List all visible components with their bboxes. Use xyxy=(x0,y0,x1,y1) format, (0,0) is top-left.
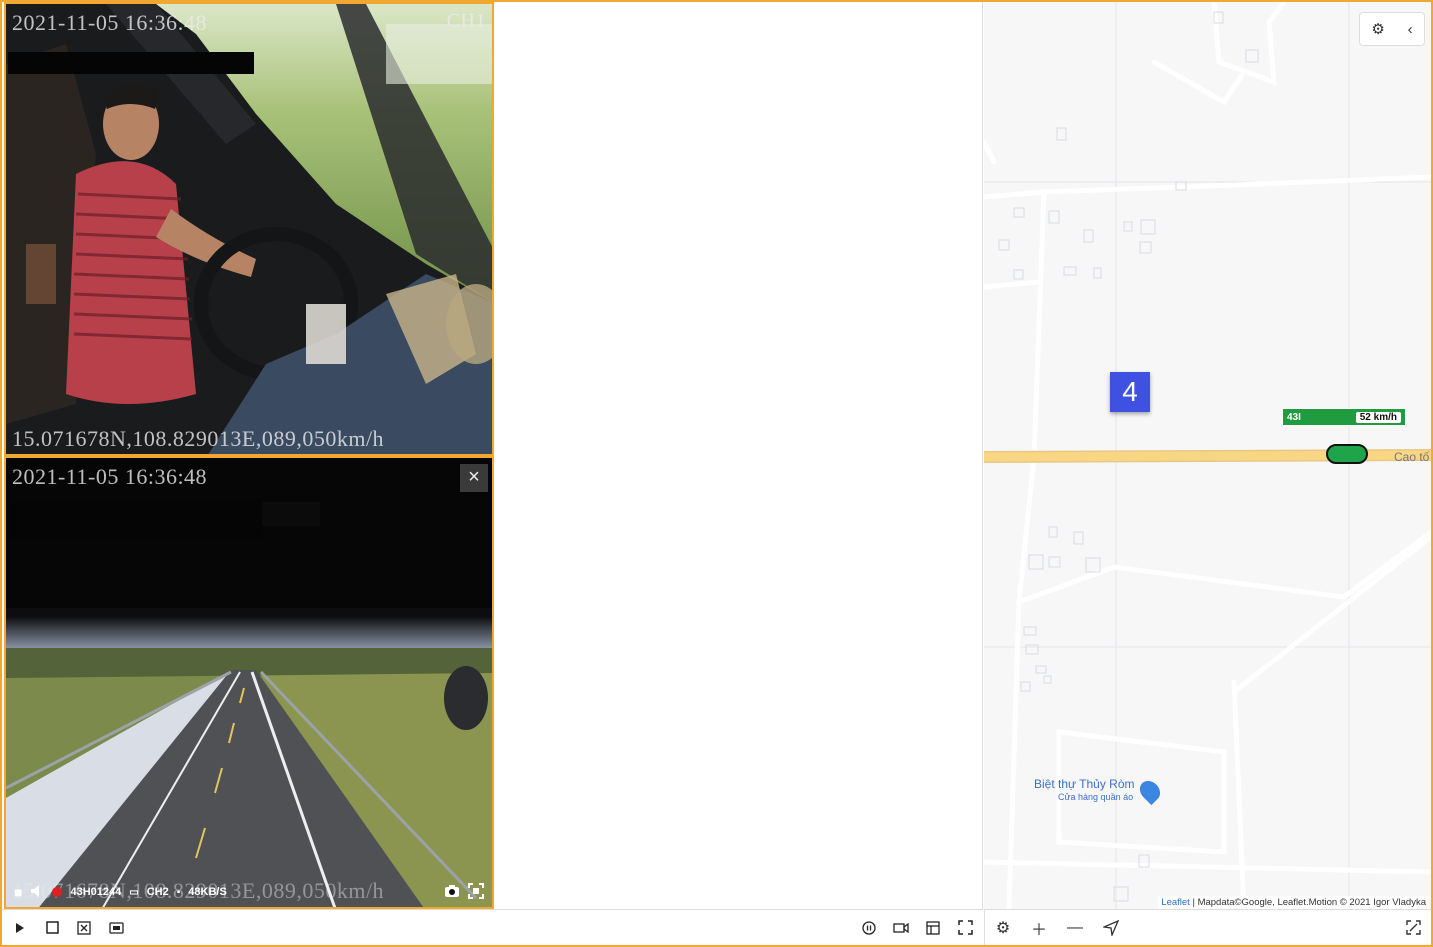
cam1-timestamp: 2021-11-05 16:36:48 xyxy=(12,10,208,35)
close-video-button[interactable]: × xyxy=(460,464,488,492)
vehicle-car-icon[interactable] xyxy=(1326,444,1368,464)
video-status-bar: ■ 43H01244 ▭ CH2 ▪ 48KB/S xyxy=(6,877,492,907)
bitrate-icon: ▪ xyxy=(176,886,181,898)
layout-grid-icon[interactable] xyxy=(925,920,941,936)
cam1-gps-overlay: 15.071678N,108.829013E,089,050km/h xyxy=(12,426,385,451)
channel-label: CH2 xyxy=(146,886,169,898)
zoom-in-plus-icon[interactable]: ＋ xyxy=(1031,920,1047,939)
cam1-channel-label: CH1 xyxy=(446,10,486,32)
map-control-bar: ⚙ ＋ — xyxy=(984,909,1431,945)
vehicle-id: 43I xyxy=(1287,411,1301,423)
leaflet-link[interactable]: Leaflet xyxy=(1161,897,1190,908)
redaction-bar xyxy=(262,502,320,526)
vehicle-label[interactable]: 43I 52 km/h xyxy=(1282,408,1406,426)
fullscreen-video-icon[interactable] xyxy=(468,882,484,902)
record-video-icon[interactable] xyxy=(893,920,909,936)
play-icon[interactable] xyxy=(12,920,28,936)
camera-view-ch2[interactable]: 2021-11-05 16:36:48 × 15.071678N,108.829… xyxy=(4,456,494,909)
cam2-timestamp: 2021-11-05 16:36:48 xyxy=(12,464,208,489)
stop-icon[interactable]: ■ xyxy=(14,884,22,900)
playback-control-bar xyxy=(2,909,983,945)
bitrate-label: 48KB/S xyxy=(188,886,227,898)
map-panel[interactable]: ⚙ ‹ 4 43I 52 km/h Cao tố Biệt thự Thủy R… xyxy=(984,2,1431,909)
poi-category: Cửa hàng quần áo xyxy=(1058,792,1134,802)
map-fullscreen-icon[interactable] xyxy=(1405,920,1421,936)
volume-icon[interactable] xyxy=(30,884,44,901)
redaction-bar xyxy=(10,498,262,540)
plate-number: 43H01244 xyxy=(70,886,122,898)
stop-icon[interactable] xyxy=(44,920,60,936)
map-settings-gear-icon[interactable]: ⚙ xyxy=(995,920,1011,937)
record-indicator-icon xyxy=(52,887,63,897)
road-name-label: Cao tố xyxy=(1394,450,1430,464)
vehicle-cluster-marker[interactable]: 4 xyxy=(1110,372,1150,412)
poi-name: Biệt thự Thủy Ròm xyxy=(1034,777,1135,791)
camera-view-ch1[interactable]: 2021-11-05 16:36:48 CH1 15.071678N,108.8… xyxy=(4,2,494,456)
zoom-out-minus-icon[interactable]: — xyxy=(1067,919,1083,936)
info-icon[interactable] xyxy=(861,920,877,936)
fullscreen-icon[interactable] xyxy=(957,920,973,936)
channel-icon: ▭ xyxy=(129,886,139,898)
poi-label[interactable]: Biệt thự Thủy Ròm Cửa hàng quần áo xyxy=(1034,778,1135,804)
locate-navigation-icon[interactable] xyxy=(1103,919,1119,936)
map-attribution: Leaflet | Mapdata©Google, Leaflet.Motion… xyxy=(1158,896,1429,909)
close-all-icon[interactable] xyxy=(76,920,92,936)
empty-video-slot xyxy=(494,2,983,909)
vehicle-speed: 52 km/h xyxy=(1355,411,1401,423)
map-toolbar: ⚙ ‹ xyxy=(1359,12,1425,46)
hd-quality-icon[interactable] xyxy=(108,920,124,936)
redaction-bar xyxy=(8,52,254,74)
snapshot-camera-icon[interactable] xyxy=(444,884,460,901)
attribution-text: | Mapdata©Google, Leaflet.Motion © 2021 … xyxy=(1192,897,1426,908)
map-settings-gear-icon[interactable]: ⚙ xyxy=(1371,20,1384,38)
collapse-chevron-left-icon[interactable]: ‹ xyxy=(1408,21,1413,38)
